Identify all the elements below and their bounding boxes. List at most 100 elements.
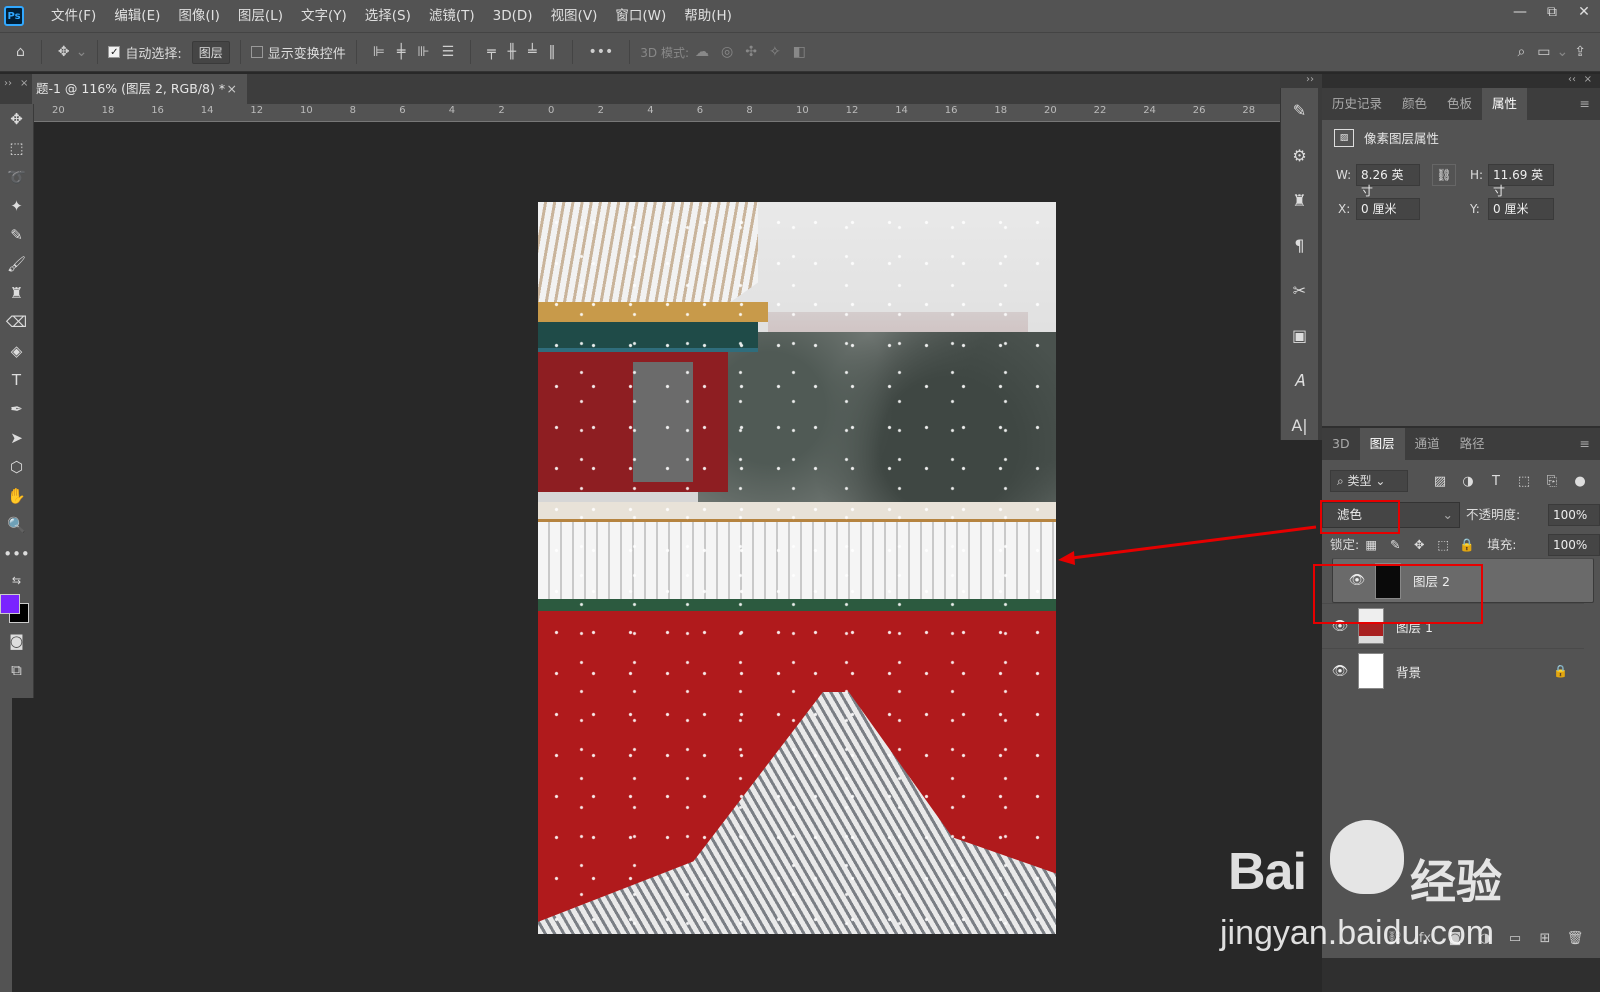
- more-tools-icon[interactable]: •••: [0, 539, 33, 568]
- width-field[interactable]: 8.26 英寸: [1356, 164, 1420, 198]
- search-icon[interactable]: ⌕: [1511, 32, 1531, 72]
- screen-mode-icon[interactable]: ⧉: [0, 655, 33, 684]
- move-tool-icon[interactable]: ✥: [0, 104, 33, 133]
- minimize-button[interactable]: —: [1504, 0, 1536, 24]
- panel-menu-icon[interactable]: ≡: [1570, 428, 1600, 460]
- menu-layer[interactable]: 图层(L): [229, 0, 292, 32]
- align-center-icon[interactable]: ╪: [391, 32, 411, 72]
- filter-adjustment-icon[interactable]: ◑: [1454, 474, 1482, 489]
- tab-color[interactable]: 颜色: [1392, 88, 1437, 120]
- document-image[interactable]: [538, 202, 1056, 934]
- lock-position-icon[interactable]: ✥: [1407, 532, 1431, 558]
- tab-paths[interactable]: 路径: [1450, 428, 1495, 460]
- lock-all-icon[interactable]: 🔒: [1455, 532, 1479, 558]
- tab-layers[interactable]: 图层: [1359, 428, 1405, 460]
- close-panel-icon[interactable]: ×: [20, 74, 28, 94]
- 3d-slide-icon[interactable]: ✧: [763, 32, 787, 72]
- type-tool-icon[interactable]: T: [0, 365, 33, 394]
- auto-select-checkbox[interactable]: ✓: [108, 46, 121, 58]
- adjustments-icon[interactable]: ⚙: [1281, 133, 1318, 178]
- magic-wand-tool-icon[interactable]: ✦: [0, 191, 33, 220]
- shape-tool-icon[interactable]: ⬡: [0, 452, 33, 481]
- filter-type-icon[interactable]: T: [1482, 474, 1510, 489]
- fill-field[interactable]: 100%: [1548, 534, 1600, 556]
- align-top-icon[interactable]: ╤: [481, 32, 501, 72]
- brush-settings-icon[interactable]: ✎: [1281, 88, 1318, 133]
- 3d-orbit-icon[interactable]: ☁: [689, 32, 715, 72]
- menu-file[interactable]: 文件(F): [42, 0, 105, 32]
- hand-tool-icon[interactable]: ✋: [0, 481, 33, 510]
- filter-pixel-icon[interactable]: ▨: [1426, 474, 1454, 489]
- 3d-roll-icon[interactable]: ◎: [715, 32, 739, 72]
- quick-mask-icon[interactable]: ◙: [0, 626, 33, 655]
- stamp-tool-icon[interactable]: ♜: [0, 278, 33, 307]
- lock-pixels-icon[interactable]: ✎: [1383, 532, 1407, 558]
- zoom-tool-icon[interactable]: 🔍: [0, 510, 33, 539]
- menu-3d[interactable]: 3D(D): [484, 0, 542, 32]
- menu-window[interactable]: 窗口(W): [606, 0, 675, 32]
- menu-filter[interactable]: 滤镜(T): [420, 0, 484, 32]
- opacity-field[interactable]: 100%: [1548, 504, 1600, 526]
- lock-artboard-icon[interactable]: ⬚: [1431, 532, 1455, 558]
- pen-tool-icon[interactable]: ✒: [0, 394, 33, 423]
- collapse-icon[interactable]: ››: [4, 74, 12, 94]
- paragraph-icon[interactable]: ¶: [1281, 223, 1318, 268]
- distribute-vertical-icon[interactable]: ‖: [543, 32, 562, 72]
- lasso-tool-icon[interactable]: ➰: [0, 162, 33, 191]
- close-tab-icon[interactable]: ×: [227, 74, 237, 104]
- show-transform-checkbox[interactable]: [250, 46, 263, 58]
- visibility-eye-icon[interactable]: 👁: [1322, 664, 1358, 679]
- clone-source-icon[interactable]: ♜: [1281, 178, 1318, 223]
- collapse-panels-icon[interactable]: ‹‹: [1568, 74, 1576, 85]
- document-tab[interactable]: 题-1 @ 116% (图层 2, RGB/8) * ×: [32, 74, 247, 104]
- distribute-icon[interactable]: ☰: [436, 32, 461, 72]
- move-tool-icon[interactable]: ✥: [52, 32, 76, 72]
- home-icon[interactable]: ⌂: [10, 32, 31, 72]
- chevron-down-icon[interactable]: ⌄: [1557, 32, 1569, 72]
- menu-view[interactable]: 视图(V): [542, 0, 607, 32]
- x-field[interactable]: 0 厘米: [1356, 198, 1420, 220]
- brush-tool-icon[interactable]: 🖌: [0, 249, 33, 278]
- marquee-tool-icon[interactable]: ⬚: [0, 133, 33, 162]
- y-field[interactable]: 0 厘米: [1488, 198, 1554, 220]
- height-field[interactable]: 11.69 英寸: [1488, 164, 1554, 198]
- library-icon[interactable]: ▣: [1281, 313, 1318, 358]
- eraser-tool-icon[interactable]: ⌫: [0, 307, 33, 336]
- tab-channels[interactable]: 通道: [1405, 428, 1450, 460]
- align-bottom-icon[interactable]: ╧: [522, 32, 542, 72]
- glyphs-icon[interactable]: 𝐴: [1281, 358, 1318, 403]
- restore-button[interactable]: ⧉: [1536, 0, 1568, 24]
- chevron-down-icon[interactable]: ⌄: [76, 32, 88, 72]
- filter-smart-object-icon[interactable]: ⎘: [1538, 474, 1566, 489]
- character-icon[interactable]: A|: [1281, 403, 1318, 448]
- more-options-icon[interactable]: •••: [583, 32, 620, 72]
- tab-3d[interactable]: 3D: [1322, 428, 1360, 460]
- link-dimensions-icon[interactable]: ⛓: [1432, 164, 1456, 186]
- swap-colors-icon[interactable]: ⇆: [0, 568, 33, 592]
- close-panels-icon[interactable]: ×: [1584, 74, 1592, 85]
- align-left-icon[interactable]: ⊫: [367, 32, 391, 72]
- align-right-icon[interactable]: ⊪: [411, 32, 435, 72]
- tool-presets-icon[interactable]: ✂: [1281, 268, 1318, 313]
- eyedropper-tool-icon[interactable]: ✎: [0, 220, 33, 249]
- filter-kind-dropdown[interactable]: ⌕ 类型 ⌄: [1330, 470, 1408, 492]
- panel-menu-icon[interactable]: ≡: [1570, 88, 1600, 120]
- close-button[interactable]: ✕: [1568, 0, 1600, 24]
- paint-bucket-tool-icon[interactable]: ◈: [0, 336, 33, 365]
- menu-help[interactable]: 帮助(H): [675, 0, 741, 32]
- workspace-icon[interactable]: ▭: [1531, 32, 1556, 72]
- filter-toggle-icon[interactable]: ●: [1566, 474, 1594, 489]
- 3d-camera-icon[interactable]: ◧: [787, 32, 812, 72]
- menu-type[interactable]: 文字(Y): [292, 0, 356, 32]
- 3d-pan-icon[interactable]: ✣: [739, 32, 763, 72]
- menu-select[interactable]: 选择(S): [356, 0, 420, 32]
- tab-properties[interactable]: 属性: [1482, 88, 1528, 120]
- align-middle-icon[interactable]: ╫: [502, 32, 522, 72]
- selection-arrow-tool-icon[interactable]: ➤: [0, 423, 33, 452]
- tab-history[interactable]: 历史记录: [1322, 88, 1392, 120]
- tab-swatches[interactable]: 色板: [1437, 88, 1482, 120]
- lock-transparent-icon[interactable]: ▦: [1359, 532, 1383, 558]
- menu-edit[interactable]: 编辑(E): [105, 0, 169, 32]
- expand-dock-icon[interactable]: ››: [1306, 74, 1314, 85]
- menu-image[interactable]: 图像(I): [169, 0, 229, 32]
